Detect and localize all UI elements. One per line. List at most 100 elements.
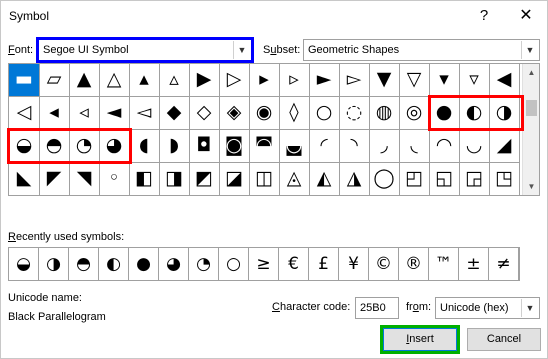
symbol-cell[interactable]: ▶ (189, 64, 220, 97)
symbol-cell[interactable]: ◆ (159, 97, 190, 130)
symbol-cell[interactable]: ◳ (489, 163, 520, 196)
symbol-cell[interactable]: ◒ (9, 130, 40, 163)
symbol-cell[interactable]: ◙ (219, 130, 250, 163)
recent-symbol[interactable]: ● (129, 248, 159, 280)
recent-symbol[interactable]: ≠ (489, 248, 519, 280)
close-icon[interactable]: ✕ (511, 5, 541, 27)
symbol-cell[interactable]: ◖ (129, 130, 160, 163)
symbol-cell[interactable]: ▴ (129, 64, 160, 97)
recent-symbol[interactable]: ≥ (249, 248, 279, 280)
symbol-cell[interactable]: ◝ (339, 130, 370, 163)
recent-symbol[interactable]: ¥ (339, 248, 369, 280)
symbol-cell[interactable]: ▿ (459, 64, 490, 97)
symbol-cell[interactable]: ▬ (9, 64, 40, 97)
symbol-cell[interactable]: ◩ (189, 163, 220, 196)
character-code-input[interactable]: 25B0 (355, 297, 399, 319)
symbol-cell[interactable]: ◢ (489, 130, 520, 163)
cancel-button[interactable]: Cancel (467, 328, 541, 351)
recent-symbol[interactable]: ○ (219, 248, 249, 280)
recent-symbol[interactable]: ◐ (99, 248, 129, 280)
from-dropdown[interactable]: Unicode (hex) ▼ (435, 297, 540, 319)
recent-symbol[interactable]: ® (399, 248, 429, 280)
symbol-cell[interactable]: ◇ (189, 97, 220, 130)
recent-symbol[interactable]: ◒ (9, 248, 39, 280)
symbol-cell[interactable]: ► (309, 64, 340, 97)
symbol-cell[interactable]: ◲ (459, 163, 490, 196)
symbol-cell[interactable]: ◘ (189, 130, 220, 163)
symbol-cell[interactable]: ▷ (219, 64, 250, 97)
symbol-cell[interactable]: ▻ (339, 64, 370, 97)
symbol-cell[interactable]: ◍ (369, 97, 400, 130)
symbol-cell[interactable]: ◧ (129, 163, 160, 196)
symbol-cell[interactable]: ◥ (69, 163, 100, 196)
grid-scrollbar[interactable]: ▲ ▼ (522, 64, 539, 195)
symbol-cell[interactable]: ◡ (459, 130, 490, 163)
symbol-cell[interactable]: ▸ (249, 64, 280, 97)
symbol-cell[interactable]: ◗ (159, 130, 190, 163)
recent-symbol[interactable]: € (279, 248, 309, 280)
symbol-cell[interactable]: ◌ (339, 97, 370, 130)
symbol-cell[interactable]: ◓ (39, 130, 70, 163)
symbol-cell[interactable]: ◅ (129, 97, 160, 130)
insert-button[interactable]: Insert (383, 328, 457, 351)
symbol-cell[interactable]: ◫ (249, 163, 280, 196)
symbol-cell[interactable]: ◛ (279, 130, 310, 163)
symbol-cell[interactable]: ◨ (159, 163, 190, 196)
symbol-cell[interactable]: ◮ (339, 163, 370, 196)
symbol-cell[interactable]: ▵ (159, 64, 190, 97)
recent-symbol[interactable]: ™ (429, 248, 459, 280)
symbol-cell[interactable]: ▼ (369, 64, 400, 97)
symbol-cell[interactable]: ◟ (399, 130, 430, 163)
symbol-cell[interactable]: ○ (309, 97, 340, 130)
symbol-cell[interactable]: ◉ (249, 97, 280, 130)
symbol-cell[interactable]: ◚ (249, 130, 280, 163)
recent-symbol[interactable]: ◔ (189, 248, 219, 280)
symbol-cell[interactable]: ◂ (39, 97, 70, 130)
recent-symbol[interactable]: £ (309, 248, 339, 280)
symbol-cell[interactable]: ▱ (39, 64, 70, 97)
symbol-cell[interactable]: ◦ (99, 163, 130, 196)
symbol-cell[interactable]: ◜ (309, 130, 340, 163)
chevron-down-icon[interactable]: ▼ (521, 41, 538, 59)
symbol-cell[interactable]: ◊ (279, 97, 310, 130)
symbol-cell[interactable]: ◐ (459, 97, 490, 130)
symbol-cell[interactable]: ▾ (429, 64, 460, 97)
symbol-cell[interactable]: ◔ (69, 130, 100, 163)
symbol-cell[interactable]: ● (429, 97, 460, 130)
symbol-cell[interactable]: ◭ (309, 163, 340, 196)
symbol-cell[interactable]: ◈ (219, 97, 250, 130)
symbol-cell[interactable]: ◣ (9, 163, 40, 196)
recent-symbol[interactable]: ◑ (39, 248, 69, 280)
symbol-cell[interactable]: ◞ (369, 130, 400, 163)
symbol-cell[interactable]: ◪ (219, 163, 250, 196)
symbol-grid[interactable]: ▬ ▱ ▲ △ ▴ ▵ ▶ ▷ ▸ ▹ ► ▻ ▼ ▽ ▾ ▿ ◀ ◁ ◂ ◃ ◄ ◅ ◆ ◇ ◈ ◉ ◊ ○ ◌ ◍ ◎ ● ◐ ◑ ◒ ◓ ◔ ◕ ◖ ◗… (9, 64, 521, 196)
symbol-cell[interactable]: ◄ (99, 97, 130, 130)
recent-symbol[interactable]: © (369, 248, 399, 280)
symbol-cell[interactable]: ▽ (399, 64, 430, 97)
help-icon[interactable]: ? (471, 5, 497, 27)
symbol-cell[interactable]: ◤ (39, 163, 70, 196)
recent-symbol[interactable]: ± (459, 248, 489, 280)
recent-symbol[interactable]: ◕ (159, 248, 189, 280)
scroll-up-icon[interactable]: ▲ (523, 64, 540, 81)
symbol-cell[interactable]: ▹ (279, 64, 310, 97)
symbol-cell[interactable]: ◬ (279, 163, 310, 196)
symbol-cell[interactable]: ◁ (9, 97, 40, 130)
symbol-cell[interactable]: ◎ (399, 97, 430, 130)
symbol-cell[interactable]: ◀ (489, 64, 520, 97)
symbol-cell[interactable]: ◯ (369, 163, 400, 196)
font-dropdown[interactable]: Segoe UI Symbol ▼ (38, 39, 252, 61)
symbol-cell[interactable]: ◱ (429, 163, 460, 196)
scroll-down-icon[interactable]: ▼ (523, 178, 540, 195)
subset-dropdown[interactable]: Geometric Shapes ▼ (303, 39, 540, 61)
symbol-cell[interactable]: ◑ (489, 97, 520, 130)
recent-symbol[interactable]: ◓ (69, 248, 99, 280)
chevron-down-icon[interactable]: ▼ (521, 299, 538, 317)
symbol-cell[interactable]: △ (99, 64, 130, 97)
symbol-cell[interactable]: ◰ (399, 163, 430, 196)
symbol-cell[interactable]: ◕ (99, 130, 130, 163)
chevron-down-icon[interactable]: ▼ (233, 41, 250, 59)
symbol-cell[interactable]: ◃ (69, 97, 100, 130)
symbol-cell[interactable]: ▲ (69, 64, 100, 97)
symbol-cell[interactable]: ◠ (429, 130, 460, 163)
